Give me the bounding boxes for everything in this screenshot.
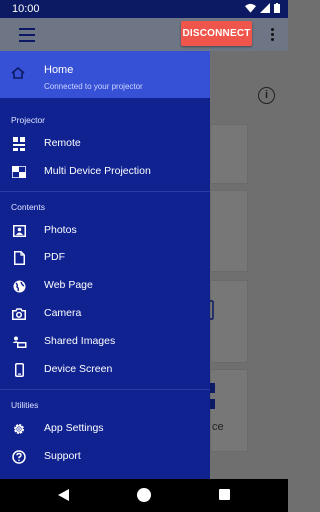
system-nav-bar — [0, 479, 288, 512]
clock: 10:00 — [12, 3, 40, 15]
status-bar: 10:00 — [0, 0, 288, 18]
recents-icon[interactable] — [219, 489, 230, 500]
drawer-item-multi-device-projection[interactable]: Multi Device Projection — [0, 158, 210, 184]
drawer-item-support[interactable]: Support — [0, 443, 210, 469]
drawer-item-app-settings[interactable]: App Settings — [0, 415, 210, 441]
signal-icon — [260, 3, 270, 13]
drawer-item-web-page[interactable]: Web Page — [0, 272, 210, 298]
divider — [0, 191, 210, 192]
background-card — [210, 124, 248, 184]
home-icon — [11, 67, 25, 79]
pdf-document-icon — [11, 250, 27, 266]
drawer-item-pdf[interactable]: PDF — [0, 244, 210, 270]
drawer-item-home[interactable]: Home Connected to your projector — [0, 51, 210, 98]
home-subtitle: Connected to your projector — [44, 82, 143, 91]
shared-images-icon — [11, 334, 27, 350]
menu-icon[interactable] — [10, 24, 44, 46]
battery-icon — [274, 3, 280, 13]
drawer-item-label: Multi Device Projection — [44, 165, 151, 177]
drawer-item-camera[interactable]: Camera — [0, 300, 210, 326]
wifi-icon — [245, 3, 256, 13]
navigation-drawer: Home Connected to your projector Project… — [0, 51, 210, 479]
drawer-item-label: Device Screen — [44, 363, 113, 375]
help-icon — [11, 449, 27, 465]
overflow-menu-icon[interactable] — [264, 25, 280, 43]
gear-icon — [11, 421, 27, 437]
section-projector: Projector — [11, 115, 46, 125]
drawer-item-label: Support — [44, 450, 81, 462]
drawer-item-photos[interactable]: Photos — [0, 217, 210, 243]
back-icon[interactable] — [58, 489, 69, 501]
section-contents: Contents — [11, 202, 46, 212]
divider — [0, 389, 210, 390]
phone-icon — [11, 362, 27, 378]
multi-device-icon — [11, 164, 27, 180]
drawer-item-label: Camera — [44, 307, 82, 319]
drawer-item-label: App Settings — [44, 422, 104, 434]
home-nav-icon[interactable] — [137, 488, 151, 502]
camera-icon — [11, 306, 27, 322]
drawer-item-label: Remote — [44, 137, 81, 149]
drawer-item-label: Web Page — [44, 279, 93, 291]
drawer-item-remote[interactable]: Remote — [0, 130, 210, 156]
section-utilities: Utilities — [11, 400, 39, 410]
drawer-item-shared-images[interactable]: Shared Images — [0, 328, 210, 354]
background-card — [210, 190, 248, 272]
background-text: ce — [212, 421, 224, 433]
system-icons — [245, 3, 280, 13]
background-card — [210, 280, 248, 363]
drawer-item-label: Shared Images — [44, 335, 116, 347]
info-icon: i — [258, 87, 275, 104]
home-label: Home — [44, 64, 74, 76]
disconnect-button[interactable]: DISCONNECT — [181, 21, 252, 46]
drawer-item-label: PDF — [44, 251, 65, 263]
globe-icon — [11, 278, 27, 294]
drawer-item-device-screen[interactable]: Device Screen — [0, 356, 210, 382]
photo-icon — [11, 223, 27, 239]
drawer-item-label: Photos — [44, 224, 77, 236]
remote-icon — [11, 136, 27, 152]
